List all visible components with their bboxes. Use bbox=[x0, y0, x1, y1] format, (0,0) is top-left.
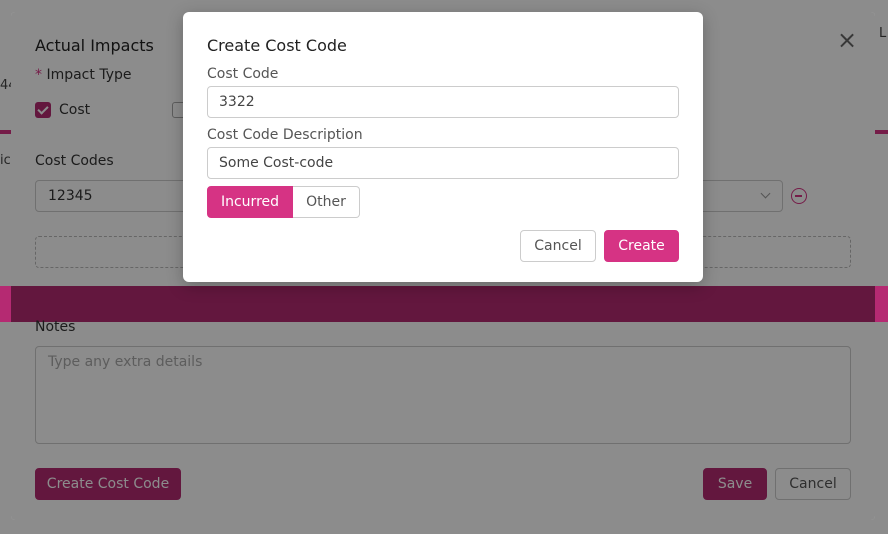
cost-code-label: Cost Code bbox=[207, 66, 279, 82]
create-modal-cancel-button[interactable]: Cancel bbox=[520, 230, 596, 262]
create-cost-code-modal: Create Cost Code Cost Code Cost Code Des… bbox=[183, 12, 703, 282]
incurred-option[interactable]: Incurred bbox=[207, 186, 293, 218]
cost-code-description-label: Cost Code Description bbox=[207, 127, 363, 143]
cost-code-description-input[interactable] bbox=[207, 147, 679, 179]
create-modal-title: Create Cost Code bbox=[207, 36, 347, 55]
cost-code-input[interactable] bbox=[207, 86, 679, 118]
cost-type-toggle: Incurred Other bbox=[207, 186, 360, 218]
create-button[interactable]: Create bbox=[604, 230, 679, 262]
other-option[interactable]: Other bbox=[293, 186, 360, 218]
